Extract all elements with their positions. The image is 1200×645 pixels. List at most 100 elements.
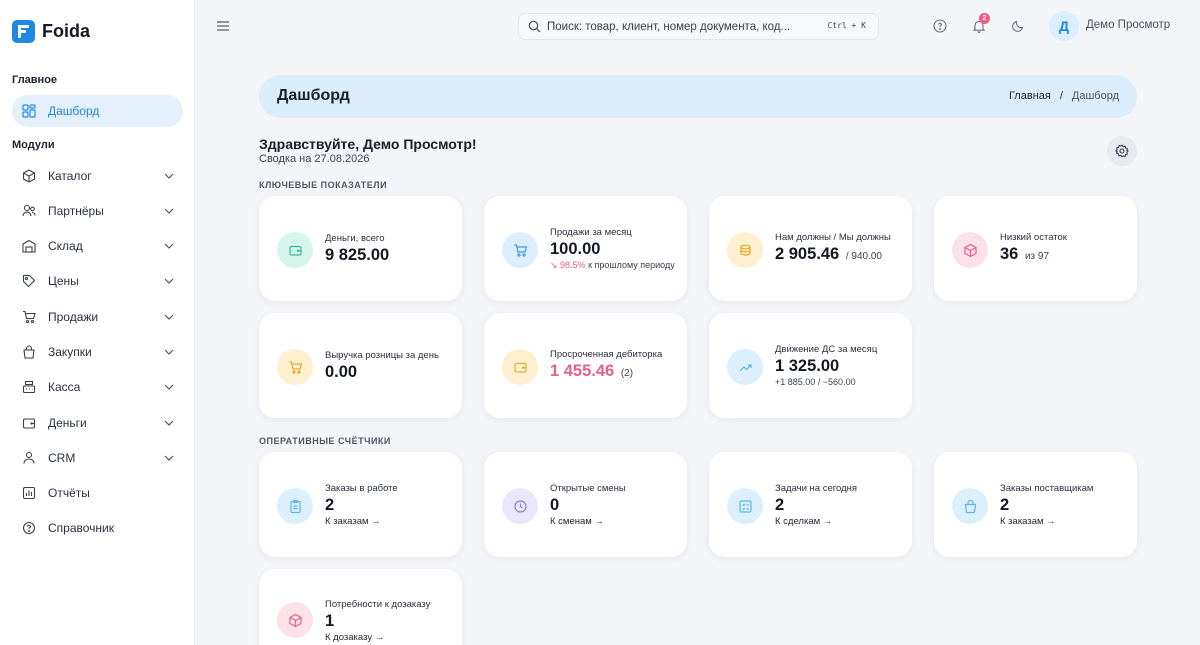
counter-link[interactable]: К заказам → bbox=[1000, 515, 1125, 528]
sidebar-item-label: Каталог bbox=[48, 169, 92, 183]
breadcrumb-current: Дашборд bbox=[1071, 90, 1119, 102]
kpi-value-sub: из 97 bbox=[1024, 250, 1050, 262]
box-icon bbox=[952, 232, 988, 268]
counter-card-tasks[interactable]: Задачи на сегодня 2 К сделкам → bbox=[709, 452, 912, 557]
counter-card-reorder[interactable]: Потребности к дозаказу 1 К дозаказу → bbox=[259, 569, 462, 645]
sidebar-item-sales[interactable]: Продажи bbox=[12, 301, 183, 333]
bag-icon bbox=[952, 488, 988, 524]
kpi-note: +1 885.00 / −560.00 bbox=[775, 376, 856, 387]
kpi-label: Деньги, всего bbox=[325, 233, 385, 244]
dashboard-settings-button[interactable] bbox=[1107, 136, 1137, 166]
section-label-modules: Модули bbox=[12, 139, 55, 151]
chevron-down-icon bbox=[164, 349, 174, 355]
clipboard-icon bbox=[277, 488, 313, 524]
section-label-main: Главное bbox=[12, 74, 58, 86]
sidebar-item-cashdesk[interactable]: Касса bbox=[12, 371, 183, 403]
moon-icon[interactable] bbox=[1011, 19, 1025, 33]
chevron-down-icon bbox=[164, 384, 174, 390]
counter-label: Заказы в работе bbox=[325, 482, 398, 494]
tag-icon bbox=[22, 274, 36, 288]
kpi-card-debts[interactable]: Нам должны / Мы должны 2 905.46 / 940.00 bbox=[709, 196, 912, 301]
help-icon[interactable] bbox=[933, 19, 947, 33]
counter-value: 2 bbox=[325, 495, 335, 514]
notification-badge: 2 bbox=[979, 13, 990, 24]
kpi-value: 1 455.46 (2) bbox=[550, 361, 675, 384]
sidebar-item-reference[interactable]: Справочник bbox=[12, 512, 183, 544]
sidebar-item-dashboard[interactable]: Дашборд bbox=[12, 95, 183, 127]
coins-icon bbox=[727, 232, 763, 268]
breadcrumb: Главная / Дашборд bbox=[1009, 90, 1119, 102]
kpi-value: 1 325.00 bbox=[775, 356, 840, 375]
menu-icon[interactable] bbox=[216, 19, 230, 33]
sidebar-item-partners[interactable]: Партнёры bbox=[12, 195, 183, 227]
summary-date: Сводка на 27.08.2026 bbox=[259, 153, 370, 165]
sidebar-item-label: Справочник bbox=[48, 521, 114, 535]
kpi-card-retail[interactable]: Выручка розницы за день 0.00 bbox=[259, 313, 462, 418]
sidebar: Foida Главное Дашборд Модули Каталог Пар… bbox=[0, 0, 195, 645]
sidebar-item-purchases[interactable]: Закупки bbox=[12, 336, 183, 368]
box-icon bbox=[277, 602, 313, 638]
sidebar-item-label: Деньги bbox=[48, 416, 87, 430]
help-icon bbox=[22, 521, 36, 535]
bag-icon bbox=[22, 345, 36, 359]
chevron-down-icon bbox=[164, 455, 174, 461]
wallet-icon bbox=[277, 232, 313, 268]
search-shortcut: Ctrl + K bbox=[827, 21, 866, 30]
kpi-card-overdue[interactable]: Просроченная дебиторка 1 455.46 (2) bbox=[484, 313, 687, 418]
kpi-value-main: 36 bbox=[1000, 244, 1019, 263]
global-search[interactable]: Ctrl + K bbox=[518, 13, 879, 40]
kpi-value: 36 из 97 bbox=[1000, 244, 1125, 267]
sidebar-item-crm[interactable]: CRM bbox=[12, 442, 183, 474]
kpi-label: Низкий остаток bbox=[1000, 231, 1067, 243]
kpi-value: 100.00 bbox=[550, 239, 601, 258]
kpi-label: Выручка розницы за день bbox=[325, 350, 439, 361]
sidebar-item-prices[interactable]: Цены bbox=[12, 265, 183, 297]
cart-icon bbox=[277, 349, 313, 385]
breadcrumb-home[interactable]: Главная bbox=[1009, 90, 1051, 102]
counter-link[interactable]: К заказам → bbox=[325, 515, 450, 528]
counter-link[interactable]: К дозаказу → bbox=[325, 631, 450, 644]
app-name: Foida bbox=[42, 21, 90, 41]
app-logo[interactable]: Foida bbox=[12, 20, 90, 43]
wallet-icon bbox=[502, 349, 538, 385]
dashboard-icon bbox=[22, 104, 36, 118]
kpi-value: 9 825.00 bbox=[325, 246, 390, 264]
kpi-value: 0.00 bbox=[325, 363, 358, 381]
kpi-value-main: 1 455.46 bbox=[550, 361, 615, 380]
counter-card-supplier-orders[interactable]: Заказы поставщикам 2 К заказам → bbox=[934, 452, 1137, 557]
sidebar-item-label: Отчёты bbox=[48, 486, 90, 500]
sidebar-item-warehouse[interactable]: Склад bbox=[12, 230, 183, 262]
checklist-icon bbox=[727, 488, 763, 524]
kpi-label: Нам должны / Мы должны bbox=[775, 231, 891, 243]
avatar[interactable]: Д bbox=[1049, 11, 1079, 41]
kpi-card-cashflow[interactable]: Движение ДС за месяц 1 325.00 +1 885.00 … bbox=[709, 313, 912, 418]
sidebar-item-reports[interactable]: Отчёты bbox=[12, 477, 183, 509]
kpi-value-sub: / 940.00 bbox=[845, 250, 882, 262]
chevron-down-icon bbox=[164, 420, 174, 426]
kpi-label: Просроченная дебиторка bbox=[550, 348, 663, 360]
counter-card-orders[interactable]: Заказы в работе 2 К заказам → bbox=[259, 452, 462, 557]
sidebar-item-label: Цены bbox=[48, 274, 79, 288]
sidebar-item-catalog[interactable]: Каталог bbox=[12, 160, 183, 192]
page-title: Дашборд bbox=[277, 87, 350, 104]
counter-link[interactable]: К сделкам → bbox=[775, 515, 900, 528]
kpi-card-money[interactable]: Деньги, всего 9 825.00 bbox=[259, 196, 462, 301]
kpi-card-sales[interactable]: Продажи за месяц 100.00 ↘ 98.5% к прошло… bbox=[484, 196, 687, 301]
cart-icon bbox=[502, 232, 538, 268]
user-name[interactable]: Демо Просмотр bbox=[1086, 19, 1170, 31]
warehouse-icon bbox=[22, 239, 36, 253]
sidebar-item-label: Закупки bbox=[48, 345, 92, 359]
logo-icon bbox=[12, 20, 35, 43]
sidebar-item-money[interactable]: Деньги bbox=[12, 407, 183, 439]
kpi-card-low-stock[interactable]: Низкий остаток 36 из 97 bbox=[934, 196, 1137, 301]
gear-icon bbox=[1115, 144, 1129, 158]
cart-icon bbox=[22, 310, 36, 324]
search-input[interactable] bbox=[547, 20, 807, 33]
counter-value: 2 bbox=[775, 495, 785, 514]
clock-icon bbox=[502, 488, 538, 524]
cash-register-icon bbox=[22, 380, 36, 394]
wallet-icon bbox=[22, 416, 36, 430]
users-icon bbox=[22, 204, 36, 218]
counter-card-shifts[interactable]: Открытые смены 0 К сменам → bbox=[484, 452, 687, 557]
counter-link[interactable]: К сменам → bbox=[550, 515, 675, 528]
